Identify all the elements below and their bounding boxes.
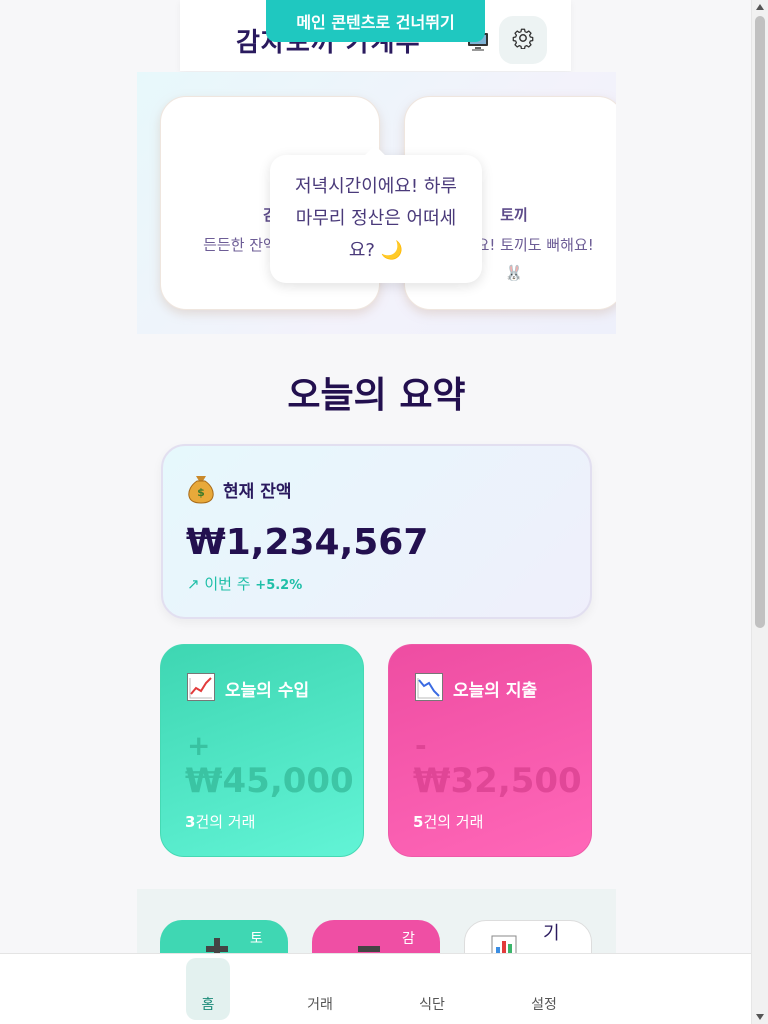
nav-settings[interactable]: 설정 xyxy=(504,954,584,1024)
income-sign: + xyxy=(187,729,211,762)
balance-label: 현재 잔액 xyxy=(223,482,292,502)
nav-settings-label: 설정 xyxy=(531,997,557,1013)
chart-up-icon xyxy=(187,673,215,701)
nav-transactions-label: 거래 xyxy=(307,997,333,1013)
income-amount: ₩45,000 xyxy=(185,761,354,801)
chart-down-icon xyxy=(415,673,443,701)
income-count-number: 3 xyxy=(185,813,196,831)
nav-home[interactable]: 홈 xyxy=(168,954,248,1024)
stats-label: 기 xyxy=(543,923,560,944)
scrollbar[interactable] xyxy=(751,0,768,1024)
expense-sign: - xyxy=(415,729,427,762)
balance-card: $ 현재 잔액 ₩1,234,567 ↗ 이번 주 +5.2% xyxy=(161,444,592,619)
expense-card: 오늘의 지출 - ₩32,500 5건의 거래 xyxy=(388,644,592,857)
nav-diet[interactable]: 식단 xyxy=(392,954,472,1024)
settings-button[interactable] xyxy=(499,16,547,64)
scrollbar-thumb[interactable] xyxy=(755,16,765,628)
expense-label: 오늘의 지출 xyxy=(453,681,538,701)
gear-icon xyxy=(512,27,534,53)
balance-change: ↗ 이번 주 +5.2% xyxy=(187,573,302,594)
expense-amount: ₩32,500 xyxy=(413,761,582,801)
scroll-down-icon[interactable] xyxy=(756,1014,764,1020)
svg-text:$: $ xyxy=(197,486,205,499)
expense-count-text: 건의 거래 xyxy=(423,813,484,831)
balance-change-label: ↗ 이번 주 xyxy=(187,575,251,593)
speech-bubble: 저녁시간이에요! 하루 마무리 정산은 어떠세요? 🌙 xyxy=(270,155,482,283)
skip-to-content-link[interactable]: 메인 콘텐츠로 건너뛰기 xyxy=(266,0,485,42)
balance-change-value: +5.2% xyxy=(255,578,303,593)
money-bag-icon: $ xyxy=(188,474,214,508)
income-label: 오늘의 수입 xyxy=(225,681,310,701)
nav-home-label: 홈 xyxy=(201,997,215,1013)
summary-title: 오늘의 요약 xyxy=(287,375,466,416)
expense-count: 5건의 거래 xyxy=(413,811,483,832)
add-income-label: 토 xyxy=(250,931,263,947)
income-count: 3건의 거래 xyxy=(185,811,255,832)
balance-amount: ₩1,234,567 xyxy=(186,522,429,563)
add-expense-label: 감 xyxy=(402,931,415,947)
nav-transactions[interactable]: 거래 xyxy=(280,954,360,1024)
scroll-up-icon[interactable] xyxy=(756,4,764,10)
bottom-nav: 홈 거래 식단 설정 xyxy=(0,953,751,1024)
expense-count-number: 5 xyxy=(413,813,424,831)
nav-diet-label: 식단 xyxy=(419,997,445,1013)
income-count-text: 건의 거래 xyxy=(195,813,256,831)
income-card: 오늘의 수입 + ₩45,000 3건의 거래 xyxy=(160,644,364,857)
